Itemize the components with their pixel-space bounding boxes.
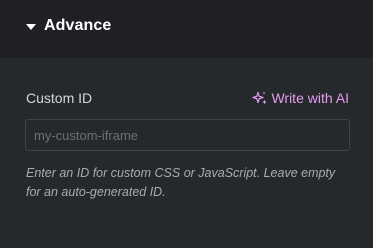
- sparkle-icon: [252, 91, 268, 105]
- custom-id-help-text: Enter an ID for custom CSS or JavaScript…: [26, 166, 336, 199]
- write-with-ai-button[interactable]: Write with AI: [252, 90, 349, 106]
- section-toggle[interactable]: Advance: [26, 17, 111, 35]
- section-header: Advance: [0, 0, 373, 58]
- caret-down-icon: [26, 23, 36, 30]
- section-title: Advance: [44, 17, 112, 34]
- write-with-ai-label: Write with AI: [271, 90, 349, 106]
- custom-id-input[interactable]: [25, 119, 350, 151]
- custom-id-label: Custom ID: [26, 90, 93, 106]
